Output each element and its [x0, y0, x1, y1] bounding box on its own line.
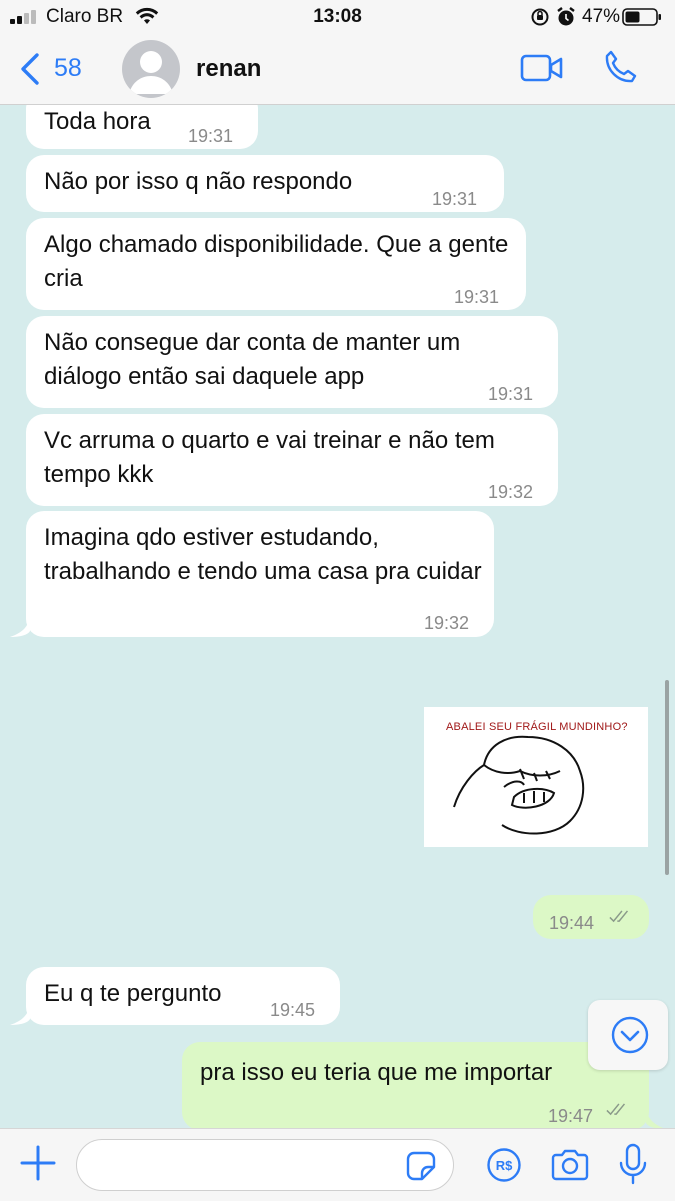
chevron-left-icon[interactable]	[18, 52, 42, 86]
payment-icon[interactable]: R$	[486, 1147, 522, 1183]
avatar-icon	[129, 51, 173, 94]
double-check-icon	[609, 910, 629, 923]
sticker-icon[interactable]	[404, 1149, 438, 1183]
message-text: Não por isso q não respondo	[44, 168, 353, 195]
message-incoming[interactable]: Toda hora 19:31	[26, 105, 258, 149]
message-incoming[interactable]: Imagina qdo estiver estudando, trabalhan…	[26, 511, 494, 637]
message-incoming[interactable]: Vc arruma o quarto e vai treinar e não t…	[26, 414, 558, 506]
battery-percent: 47%	[582, 6, 621, 27]
message-time: 19:32	[424, 613, 470, 633]
microphone-icon[interactable]	[618, 1143, 648, 1185]
sticker-face-drawing	[453, 735, 585, 835]
compose-bar: R$	[0, 1128, 675, 1201]
message-text: Imagina qdo estiver estudando, trabalhan…	[44, 524, 482, 585]
message-time: 19:47	[548, 1106, 594, 1126]
back-unread-count[interactable]: 58	[54, 54, 82, 83]
scrollbar[interactable]	[665, 680, 669, 875]
message-time: 19:44	[549, 913, 595, 933]
video-call-icon[interactable]	[520, 52, 564, 84]
contact-name[interactable]: renan	[196, 55, 261, 83]
message-time: 19:45	[270, 1000, 316, 1020]
bubble-tail	[646, 1109, 664, 1128]
phone-icon[interactable]	[602, 49, 638, 85]
message-time: 19:32	[488, 482, 534, 502]
message-time: 19:31	[488, 384, 534, 404]
camera-icon[interactable]	[550, 1147, 590, 1183]
message-outgoing[interactable]: 19:44	[533, 895, 649, 939]
message-time: 19:31	[454, 287, 500, 307]
bubble-tail	[10, 1005, 30, 1025]
battery-icon	[622, 8, 661, 26]
bubble-tail	[10, 617, 30, 637]
message-incoming[interactable]: Não consegue dar conta de manter um diál…	[26, 316, 558, 408]
avatar[interactable]	[122, 40, 180, 98]
scroll-to-bottom-button[interactable]	[588, 1000, 668, 1070]
plus-icon[interactable]	[18, 1143, 58, 1183]
message-incoming[interactable]: Algo chamado disponibilidade. Que a gent…	[26, 218, 526, 310]
message-input[interactable]	[76, 1139, 454, 1191]
message-time: 19:31	[432, 189, 478, 209]
message-outgoing[interactable]: pra isso eu teria que me importar 19:47	[182, 1042, 649, 1128]
message-text: Algo chamado disponibilidade. Que a gent…	[44, 231, 509, 292]
chevron-down-circle-icon	[611, 1016, 649, 1054]
message-time: 19:31	[188, 126, 234, 146]
double-check-icon	[606, 1103, 626, 1116]
message-list[interactable]: Toda hora 19:31 Não por isso q não respo…	[0, 105, 675, 1128]
message-text: Vc arruma o quarto e vai treinar e não t…	[44, 427, 495, 488]
svg-text:R$: R$	[496, 1158, 513, 1173]
alarm-icon	[557, 7, 575, 26]
rotation-lock-icon	[531, 8, 549, 26]
message-text: pra isso eu teria que me importar	[200, 1059, 553, 1086]
message-incoming[interactable]: Eu q te pergunto 19:45	[26, 967, 340, 1025]
sticker-image[interactable]: ABALEI SEU FRÁGIL MUNDINHO?	[424, 707, 648, 847]
chat-header: 58 renan	[0, 34, 675, 105]
message-incoming[interactable]: Não por isso q não respondo 19:31	[26, 155, 504, 212]
message-text: Não consegue dar conta de manter um diál…	[44, 329, 461, 390]
status-bar: Claro BR 13:08 47%	[0, 0, 675, 34]
